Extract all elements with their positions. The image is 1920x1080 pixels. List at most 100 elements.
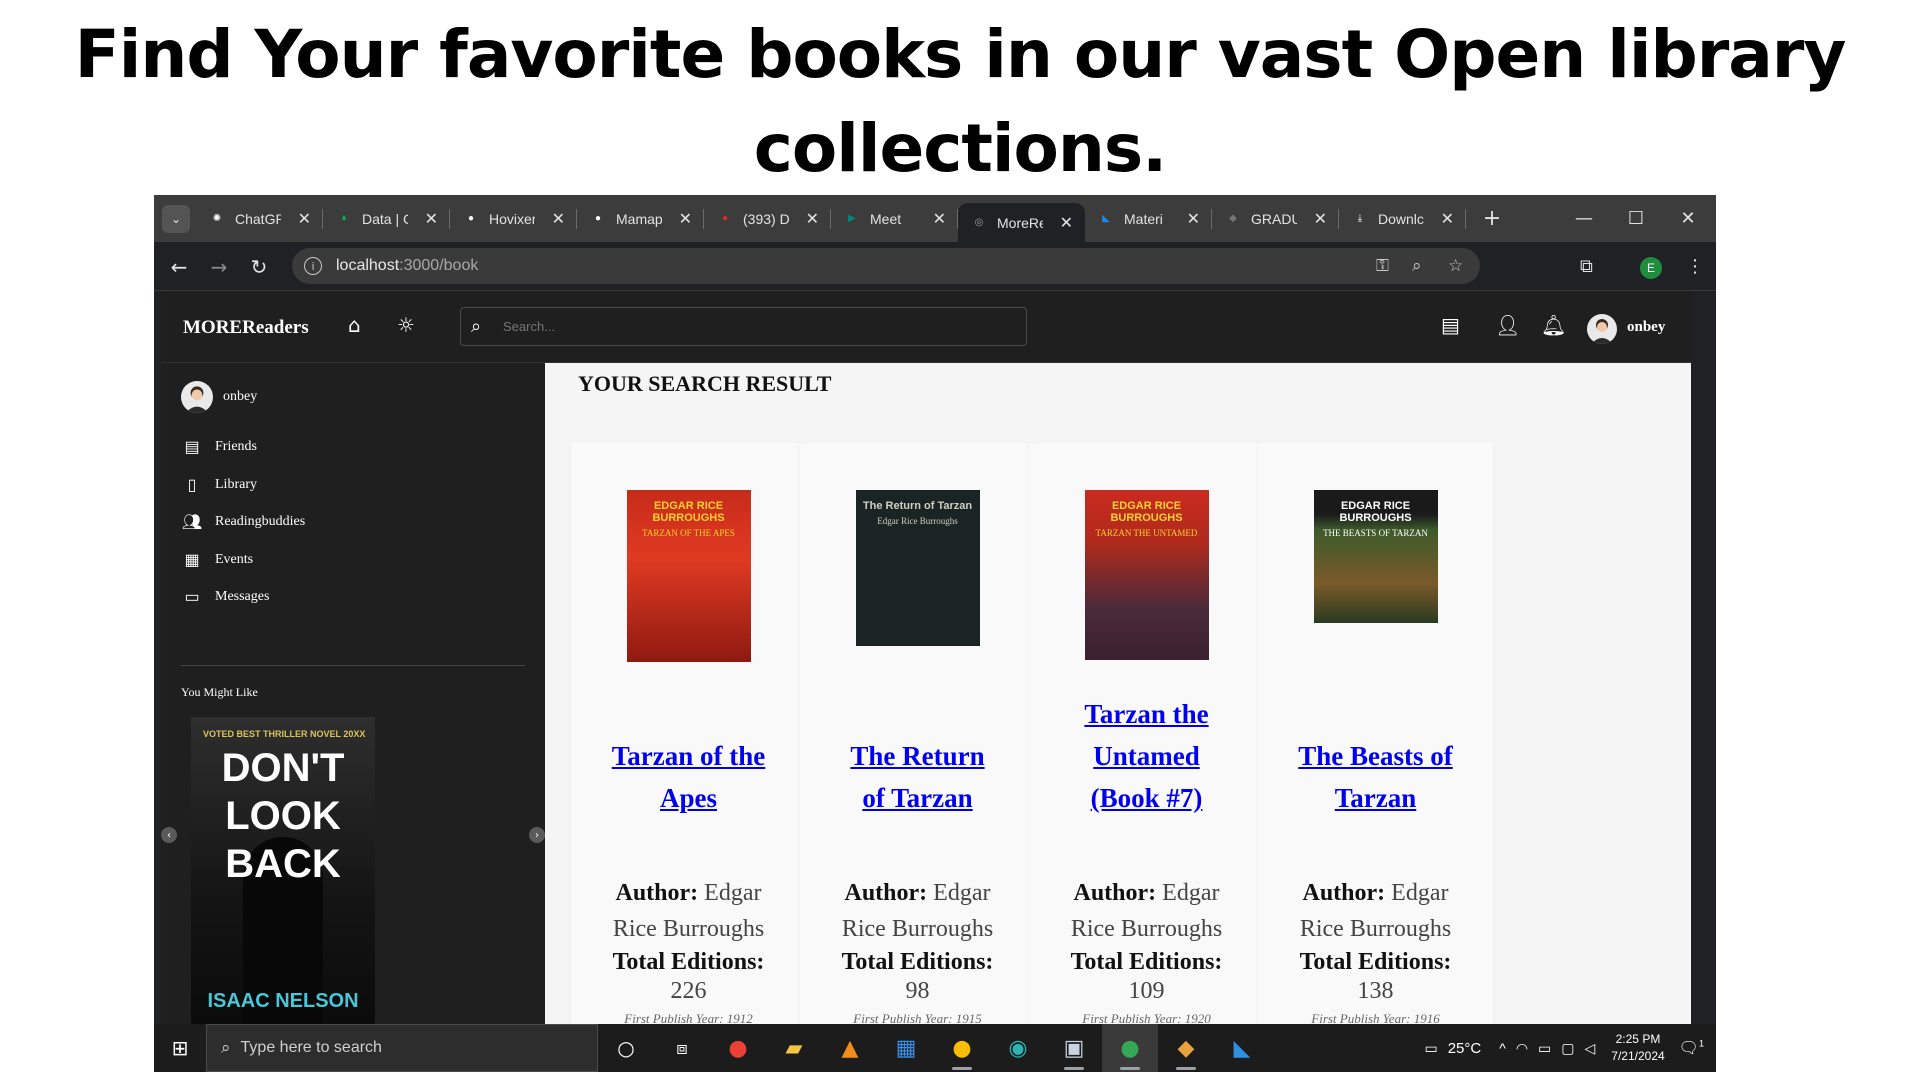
sidebar-item-events[interactable]: ▦ Events	[181, 546, 253, 574]
site-info-icon[interactable]: i	[304, 257, 322, 275]
tab-8[interactable]: ◣ Materi ✕	[1085, 195, 1212, 242]
globe-icon: ◎	[974, 217, 984, 228]
book-title-link[interactable]: Tarzan of the Apes	[571, 735, 806, 819]
book-cover[interactable]: EDGAR RICE BURROUGHS TARZAN OF THE APES	[626, 490, 751, 662]
vscode-icon[interactable]: ◣	[1214, 1024, 1270, 1072]
chrome-app-icon-2[interactable]: ●	[934, 1024, 990, 1072]
vlc-icon[interactable]: ▲	[822, 1024, 878, 1072]
chrome-app-icon[interactable]: ●	[710, 1024, 766, 1072]
tab-9[interactable]: ◆ GRADU ✕	[1212, 195, 1339, 242]
tab-close-button[interactable]: ✕	[1060, 213, 1073, 233]
battery-icon[interactable]: ▭	[1538, 1040, 1551, 1057]
reload-button[interactable]: ↻	[244, 252, 274, 282]
photos-icon[interactable]: ▣	[1046, 1024, 1102, 1072]
wifi-icon[interactable]: ◠	[1516, 1040, 1528, 1057]
close-window-button[interactable]: ✕	[1662, 195, 1714, 242]
forward-button[interactable]: →	[204, 252, 234, 282]
weather-icon[interactable]: ▭	[1424, 1040, 1437, 1057]
tab-5[interactable]: ● (393) D ✕	[704, 195, 831, 242]
tab-search-button[interactable]: ⌄	[162, 204, 190, 233]
tab-label: ChatGP	[235, 210, 281, 227]
book-title-link[interactable]: The Return of Tarzan	[800, 735, 1035, 819]
tab-10[interactable]: ⤓ Downlc ✕	[1339, 195, 1466, 242]
task-view-icon[interactable]: ⧈	[654, 1024, 710, 1072]
taskbar-search[interactable]: ⌕ Type here to search	[206, 1024, 598, 1072]
notification-bell-icon[interactable]: 🔔︎	[1541, 313, 1566, 337]
tab-close-button[interactable]: ✕	[679, 209, 692, 229]
clock[interactable]: 2:25 PM 7/21/2024	[1611, 1031, 1664, 1065]
tab-6[interactable]: ▶ Meet ✕	[831, 195, 958, 242]
promo-book-cover[interactable]: VOTED BEST THRILLER NOVEL 20XX DON'T LOO…	[191, 717, 375, 1024]
sidebar-item-messages[interactable]: ▭ Messages	[181, 583, 269, 611]
carousel-next-button[interactable]: ›	[529, 827, 545, 843]
bookmark-star-icon[interactable]: ☆	[1448, 256, 1463, 276]
tab-close-button[interactable]: ✕	[806, 209, 819, 229]
display-icon[interactable]: ▢	[1561, 1040, 1574, 1057]
zoom-icon[interactable]: ⌕	[1412, 256, 1422, 276]
tab-separator	[1465, 209, 1466, 229]
promo-tagline: VOTED BEST THRILLER NOVEL 20XX	[203, 729, 366, 739]
tab-7[interactable]: ◎ MoreRe ✕	[958, 203, 1085, 242]
tab-4[interactable]: ● Mamap ✕	[577, 195, 704, 242]
home-icon[interactable]: ⌂	[348, 313, 361, 337]
clock-time: 2:25 PM	[1615, 1032, 1661, 1046]
book-title-link[interactable]: Tarzan the Untamed (Book #7)	[1029, 693, 1264, 819]
book-card: EDGAR RICE BURROUGHS TARZAN THE UNTAMED …	[1029, 443, 1264, 1024]
tab-close-button[interactable]: ✕	[425, 209, 438, 229]
search-input[interactable]	[503, 319, 1003, 334]
extensions-icon[interactable]: ⧉	[1580, 256, 1593, 277]
store-icon[interactable]: ▦	[878, 1024, 934, 1072]
first-publish-year: First Publish Year: 1912	[624, 1011, 753, 1024]
notification-center-icon[interactable]: 🗨︎1	[1679, 1038, 1704, 1058]
tab-1[interactable]: ✺ ChatGP ✕	[196, 195, 323, 242]
book-title-link[interactable]: The Beasts of Tarzan	[1258, 735, 1493, 819]
address-bar[interactable]: i localhost:3000/book ⚿ ⌕ ☆	[292, 248, 1480, 284]
username-label[interactable]: onbey	[1627, 319, 1665, 336]
cortana-icon[interactable]: ○	[598, 1024, 654, 1072]
edge-icon[interactable]: ◉	[990, 1024, 1046, 1072]
tab-close-button[interactable]: ✕	[933, 209, 946, 229]
user-avatar[interactable]	[1587, 314, 1617, 344]
profile-icon[interactable]: 👤︎	[1495, 313, 1520, 337]
back-button[interactable]: ←	[164, 252, 194, 282]
tab-list: ✺ ChatGP ✕ ♦ Data | C ✕ ● Hovixer ✕ ● Ma…	[196, 195, 1466, 242]
book-author: Author: Edgar Rice Burroughs	[571, 875, 806, 947]
theme-toggle-icon[interactable]: ☼	[397, 313, 415, 337]
temperature[interactable]: 25°C	[1448, 1040, 1482, 1057]
sidebar-item-readingbuddies[interactable]: 👥︎ Readingbuddies	[181, 508, 305, 536]
more-options-icon[interactable]: ⋮	[1686, 256, 1704, 277]
sidebar-item-library[interactable]: ▯ Library	[181, 471, 257, 499]
maximize-button[interactable]: ☐	[1610, 195, 1662, 242]
book-cover[interactable]: EDGAR RICE BURROUGHS THE BEASTS OF TARZA…	[1313, 490, 1438, 623]
tab-close-button[interactable]: ✕	[1187, 209, 1200, 229]
chevron-up-icon[interactable]: ^	[1499, 1040, 1506, 1056]
git-tool-icon[interactable]: ◆	[1158, 1024, 1214, 1072]
url-text[interactable]: localhost:3000/book	[336, 257, 478, 275]
tab-close-button[interactable]: ✕	[1441, 209, 1454, 229]
tab-3[interactable]: ● Hovixer ✕	[450, 195, 577, 242]
promo-title-line2: LOOK	[225, 794, 341, 838]
editions-label: Total Editions:	[612, 949, 765, 975]
start-button[interactable]: ⊞	[154, 1024, 206, 1072]
book-cover[interactable]: EDGAR RICE BURROUGHS TARZAN THE UNTAMED	[1084, 490, 1209, 660]
tab-2[interactable]: ♦ Data | C ✕	[323, 195, 450, 242]
promo-author: ISAAC NELSON	[207, 990, 359, 1012]
search-box[interactable]: ⌕	[460, 307, 1027, 346]
volume-icon[interactable]: ◁	[1585, 1040, 1596, 1057]
book-cover[interactable]: The Return of Tarzan Edgar Rice Burrough…	[855, 490, 980, 646]
brand-logo[interactable]: MOREReaders	[183, 317, 309, 339]
password-key-icon[interactable]: ⚿	[1376, 256, 1389, 276]
carousel-prev-button[interactable]: ‹	[161, 827, 177, 843]
book-card: The Return of Tarzan Edgar Rice Burrough…	[800, 443, 1035, 1024]
file-explorer-icon[interactable]: ▰	[766, 1024, 822, 1072]
tab-close-button[interactable]: ✕	[1314, 209, 1327, 229]
sidebar-user[interactable]: onbey	[181, 379, 257, 415]
profile-avatar[interactable]: E	[1640, 257, 1662, 279]
new-tab-button[interactable]: +	[1478, 206, 1506, 231]
tab-close-button[interactable]: ✕	[298, 209, 311, 229]
sidebar-item-friends[interactable]: ▤ Friends	[181, 433, 257, 461]
tab-close-button[interactable]: ✕	[552, 209, 565, 229]
add-post-icon[interactable]: ▤	[1441, 313, 1460, 337]
chrome-profile-icon[interactable]: ●	[1102, 1024, 1158, 1072]
minimize-button[interactable]: —	[1558, 195, 1610, 242]
